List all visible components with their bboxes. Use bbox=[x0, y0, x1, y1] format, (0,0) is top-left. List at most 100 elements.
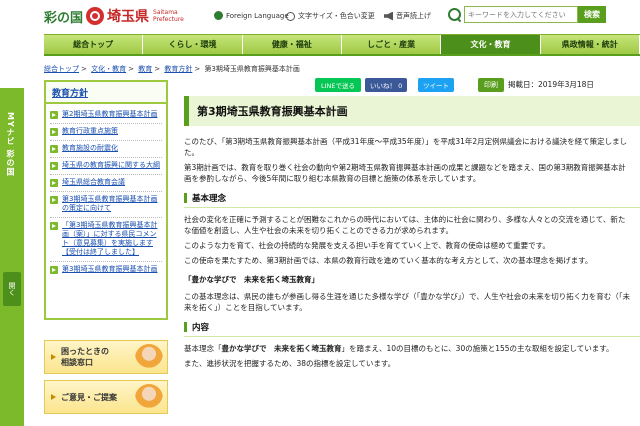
sidebar: 教育方針 第2期埼玉県教育振興基本計画 教育行政重点施策 教育施設の耐震化 埼玉… bbox=[44, 80, 168, 320]
sidebar-item[interactable]: 教育行政重点施策 bbox=[50, 124, 162, 141]
sidebar-item[interactable]: 第3期埼玉県教育振興基本計画の策定に向けて bbox=[50, 192, 162, 218]
text-size-link[interactable]: 文字サイズ・色合い変更 bbox=[286, 11, 375, 21]
logo-saitama-text: 埼玉県 bbox=[107, 9, 150, 25]
content-p1-post: 」を踏まえ、10の目標のもとに、30の施策と155の主な取組を設定しています。 bbox=[341, 344, 614, 353]
sidebar-item-label: 第2期埼玉県教育振興基本計画 bbox=[62, 110, 158, 118]
family-illustration bbox=[135, 384, 163, 412]
ideal-paragraph: この基本理念は、県民の誰もが参画し得る生涯を通じた多様な学び（「豊かな学び」）で… bbox=[184, 292, 630, 312]
arrow-right-icon bbox=[51, 354, 57, 360]
operator-illustration bbox=[135, 344, 163, 372]
logo-en-line1: Saitama bbox=[153, 9, 178, 16]
arrow-bullet-icon bbox=[50, 179, 58, 187]
site-logo[interactable]: 彩の国 埼玉県 Saitama Prefecture bbox=[44, 6, 184, 26]
nav-life[interactable]: くらし・環境 bbox=[143, 35, 243, 54]
page-title: 第3期埼玉県教育振興基本計画 bbox=[184, 96, 640, 126]
search-button[interactable]: 検索 bbox=[578, 6, 606, 23]
content-p1-pre: 基本理念「 bbox=[184, 344, 222, 353]
heading-bar-icon bbox=[184, 193, 187, 203]
sidebar-item-label: 教育行政重点施策 bbox=[62, 127, 118, 135]
foreign-language-link[interactable]: Foreign Language bbox=[214, 11, 289, 20]
breadcrumb-education[interactable]: 教育 bbox=[138, 65, 152, 73]
breadcrumb-sep: > bbox=[128, 65, 134, 73]
arrow-bullet-icon bbox=[50, 196, 58, 204]
sidebar-list: 第2期埼玉県教育振興基本計画 教育行政重点施策 教育施設の耐震化 埼玉県の教育振… bbox=[46, 104, 166, 281]
sidebar-item[interactable]: 第2期埼玉県教育振興基本計画 bbox=[50, 107, 162, 124]
heading-bar-icon bbox=[184, 322, 187, 332]
search-icon bbox=[448, 7, 462, 22]
mynavi-open-button[interactable]: 開く bbox=[3, 272, 21, 306]
facebook-like-button[interactable]: いいね！ 0 bbox=[365, 78, 408, 92]
logo-en-line2: Prefecture bbox=[153, 16, 184, 23]
section-heading-content: 内容 bbox=[184, 321, 640, 337]
speech-link[interactable]: 音声読上げ bbox=[384, 11, 431, 21]
sidebar-item[interactable]: 「第3期埼玉県教育振興基本計画（案）」に対する県民コメント（意見募集）を実施しま… bbox=[50, 218, 162, 262]
sidebar-item-label: 第3期埼玉県教育振興基本計画 bbox=[62, 265, 158, 273]
prefecture-emblem-icon bbox=[86, 7, 105, 25]
breadcrumb-culture[interactable]: 文化・教育 bbox=[91, 65, 126, 73]
intro-paragraph-2: 第3期計画では、教育を取り巻く社会の動向や第2期埼玉県教育振興基本計画の成果と課… bbox=[184, 163, 626, 183]
breadcrumb: 総合トップ > 文化・教育 > 教育 > 教育方針 > 第3期埼玉県教育振興基本計画 bbox=[44, 64, 300, 74]
print-button[interactable]: 印刷 bbox=[478, 78, 504, 92]
sidebar-item-label: 埼玉県総合教育会議 bbox=[62, 178, 125, 186]
breadcrumb-current: 第3期埼玉県教育振興基本計画 bbox=[204, 65, 300, 73]
arrow-right-icon bbox=[51, 394, 57, 400]
arrow-bullet-icon bbox=[50, 111, 58, 119]
mynavi-panel: MYナビ 彩の国 開く bbox=[0, 88, 24, 426]
nav-top[interactable]: 総合トップ bbox=[44, 35, 144, 54]
sidebar-title[interactable]: 教育方針 bbox=[46, 82, 166, 104]
text-size-label: 文字サイズ・色合い変更 bbox=[298, 12, 375, 20]
mynavi-label: MYナビ 彩の国 bbox=[6, 112, 15, 177]
arrow-bullet-icon bbox=[50, 128, 58, 136]
content-p1-strong: 豊かな学びで 未来を拓く埼玉教育 bbox=[221, 344, 342, 353]
nav-work[interactable]: しごと・産業 bbox=[341, 35, 442, 54]
intro-paragraph-1: このたび、「第3期埼玉県教育振興基本計画（平成31年度～平成35年度）」を平成3… bbox=[184, 137, 628, 157]
consultation-banner[interactable]: 困ったときの 相談窓口 bbox=[44, 340, 168, 374]
publish-date: 掲載日：2019年3月18日 bbox=[508, 80, 594, 89]
breadcrumb-sep: > bbox=[81, 65, 87, 73]
site-search: 検索 bbox=[448, 6, 606, 23]
basic-paragraph-2: このような力を育て、社会の持続的な発展を支える担い手を育てていく上で、教育の使命… bbox=[184, 241, 550, 250]
speaker-icon bbox=[384, 11, 393, 21]
arrow-bullet-icon bbox=[50, 266, 58, 274]
nav-health[interactable]: 健康・福祉 bbox=[242, 35, 342, 54]
main-content: 第3期埼玉県教育振興基本計画 このたび、「第3期埼玉県教育振興基本計画（平成31… bbox=[184, 96, 640, 369]
consultation-banner-text: 困ったときの 相談窓口 bbox=[61, 346, 109, 368]
basic-paragraph-3: この使命を果たすため、第3期計画では、本県の教育行政を進めていく基本的な考え方と… bbox=[184, 256, 593, 265]
ideal-heading: 「豊かな学びで 未来を拓く埼玉教育」 bbox=[184, 275, 319, 284]
twitter-tweet-button[interactable]: ツイート bbox=[418, 78, 454, 92]
sidebar-item[interactable]: 第3期埼玉県教育振興基本計画 bbox=[50, 262, 162, 278]
foreign-language-label: Foreign Language bbox=[226, 11, 289, 20]
content-paragraph-2: また、進捗状況を把握するため、38の指標を設定しています。 bbox=[184, 359, 396, 368]
sidebar-item-label: 第3期埼玉県教育振興基本計画の策定に向けて bbox=[62, 195, 158, 212]
text-size-icon bbox=[286, 11, 295, 21]
site-header: 彩の国 埼玉県 Saitama Prefecture Foreign Langu… bbox=[0, 0, 640, 34]
sidebar-item[interactable]: 埼玉県総合教育会議 bbox=[50, 175, 162, 192]
logo-english: Saitama Prefecture bbox=[153, 9, 184, 23]
banner-line1: 困ったときの bbox=[61, 347, 109, 356]
arrow-bullet-icon bbox=[50, 222, 58, 230]
global-nav: 総合トップ くらし・環境 健康・福祉 しごと・産業 文化・教育 県政情報・統計 bbox=[44, 34, 640, 56]
sidebar-item-label: 教育施設の耐震化 bbox=[62, 144, 118, 152]
arrow-bullet-icon bbox=[50, 145, 58, 153]
banner-line2: 相談窓口 bbox=[61, 358, 93, 367]
sidebar-item[interactable]: 埼玉県の教育振興に関する大綱 bbox=[50, 158, 162, 175]
content-paragraph-1: 基本理念「豊かな学びで 未来を拓く埼玉教育」を踏まえ、10の目標のもとに、30の… bbox=[184, 343, 640, 354]
breadcrumb-sep: > bbox=[194, 65, 201, 73]
sidebar-item[interactable]: 教育施設の耐震化 bbox=[50, 141, 162, 158]
section-heading-content-label: 内容 bbox=[192, 323, 210, 333]
line-share-button[interactable]: LINEで送る bbox=[315, 78, 362, 92]
speech-label: 音声読上げ bbox=[396, 12, 431, 20]
logo-irodori-text: 彩の国 bbox=[44, 10, 84, 26]
search-input[interactable] bbox=[464, 6, 578, 23]
breadcrumb-sep: > bbox=[154, 65, 161, 73]
globe-icon bbox=[214, 11, 223, 20]
section-heading-basic: 基本理念 bbox=[184, 192, 640, 208]
nav-prefgov[interactable]: 県政情報・統計 bbox=[540, 35, 640, 54]
feedback-banner[interactable]: ご意見・ご提案 bbox=[44, 380, 168, 414]
section-heading-basic-label: 基本理念 bbox=[192, 194, 227, 204]
nav-culture-education[interactable]: 文化・教育 bbox=[441, 35, 541, 54]
arrow-bullet-icon bbox=[50, 162, 58, 170]
breadcrumb-top[interactable]: 総合トップ bbox=[44, 65, 79, 73]
breadcrumb-policy[interactable]: 教育方針 bbox=[164, 65, 192, 73]
sidebar-item-label: 埼玉県の教育振興に関する大綱 bbox=[62, 161, 160, 169]
